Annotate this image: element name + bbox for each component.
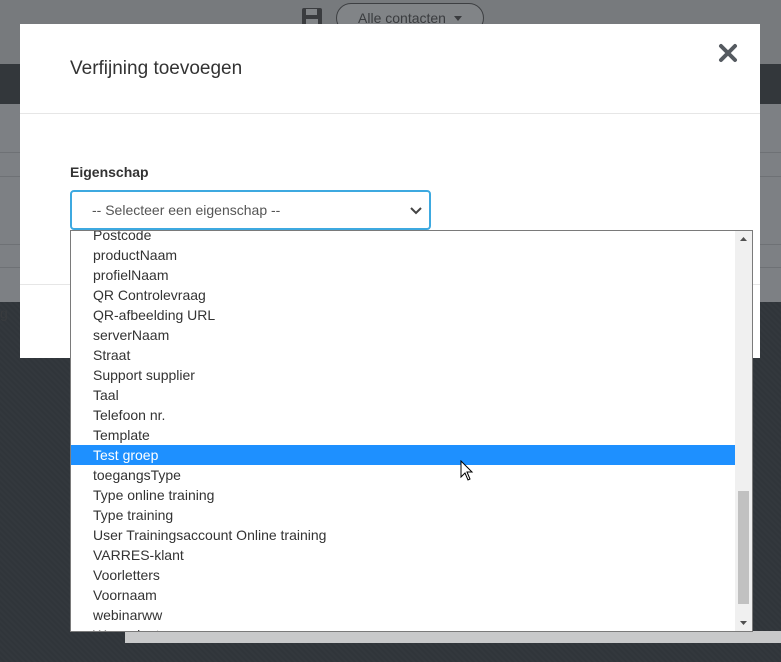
dropdown-option[interactable]: webinarww [71, 605, 736, 625]
dropdown-option[interactable]: Telefoon nr. [71, 405, 736, 425]
close-icon[interactable] [717, 42, 739, 64]
app-bottom-bar [125, 631, 781, 643]
scroll-up-arrow-icon[interactable] [735, 231, 752, 248]
scrollbar-thumb[interactable] [738, 491, 749, 604]
chevron-down-icon [410, 207, 422, 215]
dropdown-option[interactable]: serverNaam [71, 325, 736, 345]
dropdown-option[interactable]: profielNaam [71, 265, 736, 285]
dropdown-option[interactable]: Type online training [71, 485, 736, 505]
background-partial-text: g [0, 305, 8, 321]
modal-header: Verfijning toevoegen [20, 24, 760, 114]
dropdown-option[interactable]: productNaam [71, 245, 736, 265]
mouse-cursor-icon [460, 459, 474, 482]
dropdown-option[interactable]: VARRES-klant [71, 545, 736, 565]
property-select-value: -- Selecteer een eigenschap -- [92, 202, 281, 218]
caret-down-icon [453, 15, 462, 21]
dropdown-scrollbar[interactable] [735, 231, 752, 631]
modal-title: Verfijning toevoegen [70, 58, 243, 79]
dropdown-option[interactable]: toegangsType [71, 465, 736, 485]
dropdown-option[interactable]: Straat [71, 345, 736, 365]
dropdown-option[interactable]: Voornaam [71, 585, 736, 605]
dropdown-option[interactable]: Template [71, 425, 736, 445]
dropdown-option[interactable]: Voorletters [71, 565, 736, 585]
dropdown-option[interactable]: Type training [71, 505, 736, 525]
scroll-down-arrow-icon[interactable] [735, 614, 752, 631]
dropdown-option[interactable]: Test groep [71, 445, 736, 465]
dropdown-option[interactable]: User Trainingsaccount Online training [71, 525, 736, 545]
property-options-list[interactable]: Postcode productNaam profielNaam QR Control… [70, 230, 753, 632]
dropdown-option[interactable]: Postcode [71, 231, 736, 245]
dropdown-option[interactable]: Support supplier [71, 365, 736, 385]
dropdown-option[interactable]: Woonplaats [71, 625, 736, 631]
dropdown-option[interactable]: Taal [71, 385, 736, 405]
property-select[interactable]: -- Selecteer een eigenschap -- [70, 190, 431, 230]
property-label: Eigenschap [70, 164, 149, 180]
dropdown-option[interactable]: QR Controlevraag [71, 285, 736, 305]
dropdown-option[interactable]: QR-afbeelding URL [71, 305, 736, 325]
options-container: Postcode productNaam profielNaam QR Control… [71, 231, 736, 631]
